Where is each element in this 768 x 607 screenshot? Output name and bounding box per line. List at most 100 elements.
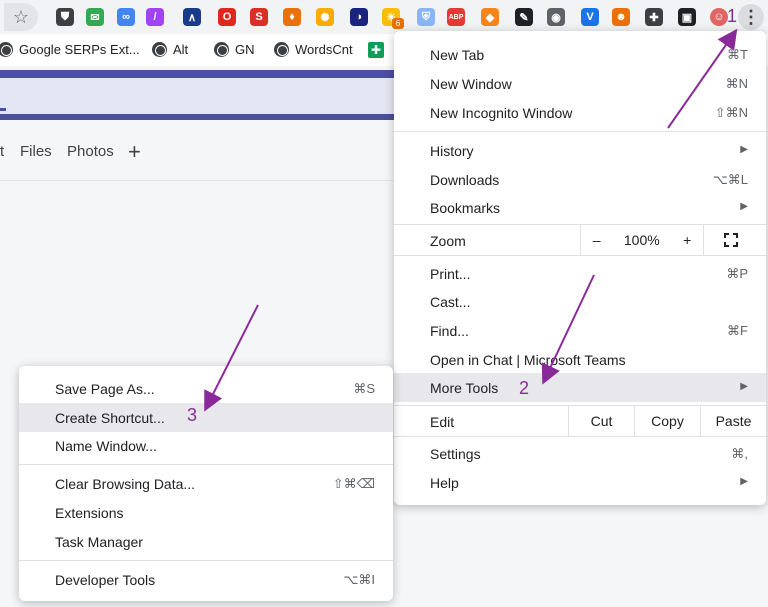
menu-divider — [19, 464, 393, 465]
zoom-level: 100% — [623, 232, 660, 248]
menu-item-shortcut: ⌘, — [731, 446, 748, 461]
globe-icon — [152, 42, 167, 57]
bookmark-item[interactable]: WordsCnt — [274, 42, 353, 57]
menu-item-settings[interactable]: Settings ⌘, — [394, 439, 766, 468]
robot-ext-icon[interactable]: ☻ — [612, 8, 630, 26]
menu-item-shortcut: ⌥⌘L — [712, 172, 748, 187]
bookmark-label: Alt — [173, 42, 189, 57]
half-moon-ext-icon[interactable]: ◑ — [350, 8, 368, 26]
menu-item-new-tab[interactable]: New Tab ⌘T — [394, 40, 766, 69]
submenu-item-extensions[interactable]: Extensions — [19, 498, 393, 527]
step-number-2: 2 — [519, 378, 530, 398]
submenu-item-save-page[interactable]: Save Page As... ⌘S — [19, 374, 393, 403]
tab-photos[interactable]: Photos — [67, 143, 114, 160]
bookmark-label: GN — [235, 42, 255, 57]
menu-item-label: Open in Chat | Microsoft Teams — [430, 352, 626, 368]
edit-row: Edit Cut Copy Paste — [394, 405, 766, 437]
tab-posts[interactable]: t — [0, 143, 4, 160]
menu-item-history[interactable]: History ▶ — [394, 136, 766, 165]
app-header-bar — [0, 70, 400, 120]
menu-item-label: Developer Tools — [55, 572, 156, 588]
camera-ext-icon[interactable]: ◉ — [547, 8, 565, 26]
vee-ext-icon[interactable]: V — [581, 8, 599, 26]
menu-item-downloads[interactable]: Downloads ⌥⌘L — [394, 165, 766, 194]
paste-button[interactable]: Paste — [700, 405, 766, 437]
fire-ext-icon[interactable]: ♦ — [283, 8, 301, 26]
menu-item-shortcut: ⌘N — [725, 76, 748, 91]
bookmark-item[interactable]: Alt — [152, 42, 188, 57]
cut-button[interactable]: Cut — [568, 405, 634, 437]
menu-divider — [394, 131, 766, 132]
menu-item-find[interactable]: Find... ⌘F — [394, 316, 766, 345]
copy-button[interactable]: Copy — [634, 405, 700, 437]
menu-item-shortcut: ⇧⌘N — [714, 105, 748, 120]
menu-item-more-tools[interactable]: More Tools ▶ — [394, 373, 766, 402]
menu-item-new-window[interactable]: New Window ⌘N — [394, 69, 766, 98]
menu-item-label: More Tools — [430, 380, 499, 396]
zoom-in-button[interactable]: + — [683, 232, 691, 248]
menu-item-label: Bookmarks — [430, 200, 501, 216]
tab-files[interactable]: Files — [20, 143, 52, 160]
chart-ext-icon[interactable]: ∧ — [183, 8, 201, 26]
menu-item-label: New Window — [430, 76, 512, 92]
tabs-divider — [0, 180, 400, 181]
menu-item-label: Name Window... — [55, 438, 157, 454]
bookmark-item[interactable]: GN — [214, 42, 255, 57]
badge-shield-ext-icon[interactable]: ⛨ — [417, 8, 435, 26]
globe-icon — [0, 42, 13, 57]
chrome-menu-button[interactable]: ⋮ — [738, 4, 764, 30]
fullscreen-icon[interactable] — [724, 233, 738, 247]
menu-item-help[interactable]: Help ▶ — [394, 468, 766, 497]
browser-toolbar: ☆ ⛊ ✉ ∞ / ∧ O S ♦ ✺ ◑ ☀ ⛨ ABP ◆ ✎ ◉ V ☻ ✚ ▣ ☺ 6 ⋮ — [0, 0, 768, 34]
pen-ext-icon[interactable]: / — [146, 8, 164, 26]
bookmark-item[interactable]: Google SERPs Ext... — [0, 42, 140, 57]
bookmark-label: WordsCnt — [295, 42, 353, 57]
submenu-arrow-icon: ▶ — [740, 201, 748, 212]
menu-item-label: Save Page As... — [55, 381, 155, 397]
menu-item-cast[interactable]: Cast... — [394, 287, 766, 316]
menu-item-label: Extensions — [55, 505, 124, 521]
submenu-item-create-shortcut[interactable]: Create Shortcut... — [19, 403, 393, 432]
eyedropper-ext-icon[interactable]: ✎ — [515, 8, 533, 26]
metamask-ext-icon[interactable]: ◆ — [481, 8, 499, 26]
opera-ext-icon[interactable]: O — [218, 8, 236, 26]
menu-item-label: Clear Browsing Data... — [55, 476, 196, 492]
menu-item-label: History — [430, 143, 474, 159]
submenu-arrow-icon: ▶ — [740, 381, 748, 392]
adblock-ext-icon[interactable]: ABP — [447, 8, 465, 26]
menu-item-bookmarks[interactable]: Bookmarks ▶ — [394, 193, 766, 222]
menu-item-new-incognito[interactable]: New Incognito Window ⇧⌘N — [394, 98, 766, 127]
menu-item-label: Create Shortcut... — [55, 410, 165, 426]
puzzle-ext-icon[interactable]: ✚ — [645, 8, 663, 26]
gear-ext-icon[interactable]: ✺ — [316, 8, 334, 26]
menu-item-label: New Incognito Window — [430, 105, 573, 121]
submenu-item-task-manager[interactable]: Task Manager — [19, 527, 393, 556]
bookmark-star-icon[interactable]: ☆ — [4, 3, 38, 31]
submenu-item-name-window[interactable]: Name Window... — [19, 431, 393, 460]
zoom-out-button[interactable]: – — [593, 232, 601, 248]
seo-ext-icon[interactable]: S — [250, 8, 268, 26]
menu-divider — [19, 560, 393, 561]
add-tab-button[interactable]: + — [128, 139, 141, 165]
globe-icon — [274, 42, 289, 57]
submenu-item-clear-browsing-data[interactable]: Clear Browsing Data... ⇧⌘⌫ — [19, 469, 393, 498]
step-number-1: 1 — [727, 6, 738, 26]
zoom-row: Zoom – 100% + — [394, 224, 766, 256]
link-ext-icon[interactable]: ∞ — [117, 8, 135, 26]
submenu-arrow-icon: ▶ — [740, 144, 748, 155]
shield-ext-icon[interactable]: ⛊ — [56, 8, 74, 26]
bookmark-label: Google SERPs Ext... — [19, 42, 140, 57]
menu-item-label: Help — [430, 475, 459, 491]
submenu-arrow-icon: ▶ — [740, 476, 748, 487]
menu-item-open-in-chat[interactable]: Open in Chat | Microsoft Teams — [394, 345, 766, 374]
menu-item-print[interactable]: Print... ⌘P — [394, 259, 766, 288]
menu-item-shortcut: ⇧⌘⌫ — [332, 476, 375, 491]
bookmark-item[interactable]: ✚ — [368, 42, 384, 58]
profile-avatar-icon[interactable]: ☺ — [710, 8, 728, 26]
menu-item-shortcut: ⌘T — [727, 47, 748, 62]
more-tools-submenu: Save Page As... ⌘S Create Shortcut... Na… — [19, 366, 393, 601]
sidepanel-ext-icon[interactable]: ▣ — [678, 8, 696, 26]
zoom-controls: – 100% + — [580, 224, 704, 256]
inbox-ext-icon[interactable]: ✉ — [86, 8, 104, 26]
submenu-item-developer-tools[interactable]: Developer Tools ⌥⌘I — [19, 565, 393, 594]
